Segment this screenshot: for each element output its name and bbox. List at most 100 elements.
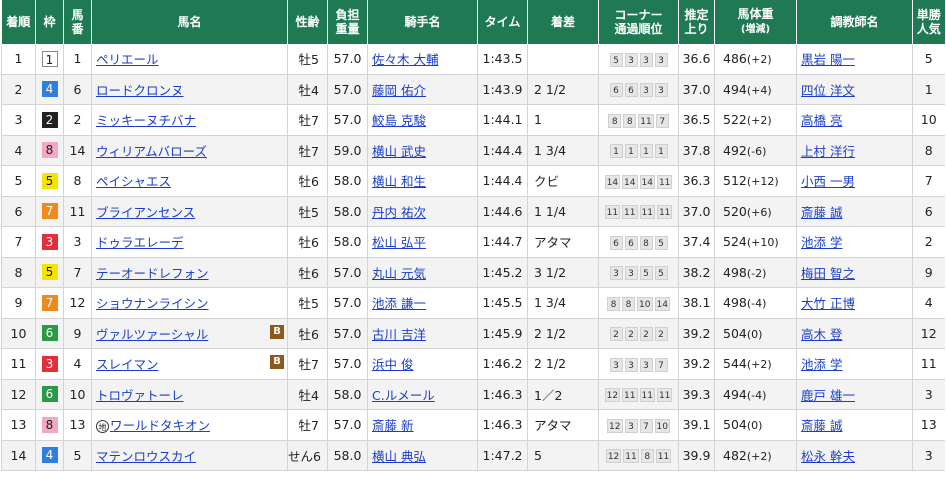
col-horse[interactable]: 馬名 [91, 0, 288, 44]
jockey-cell: 斎藤 新 [367, 409, 478, 441]
jockey-link[interactable]: 横山 典弘 [372, 449, 426, 464]
margin-cell: 2 1/2 [527, 74, 599, 105]
horse-name-link[interactable]: ロードクロンヌ [96, 83, 184, 98]
jockey-link[interactable]: 丹内 祐次 [372, 205, 426, 220]
col-burden[interactable]: 負担 重量 [327, 0, 368, 44]
horse-name-link[interactable]: ショウナンライシン [96, 296, 209, 311]
jockey-cell: 横山 和生 [367, 165, 478, 197]
burden-cell: 59.0 [327, 135, 368, 166]
corner-positions: 3355 [609, 266, 668, 281]
jockey-link[interactable]: 横山 和生 [372, 174, 426, 189]
jockey-link[interactable]: 古川 吉洋 [372, 327, 426, 342]
horse-name-link[interactable]: ワールドタキオン [110, 418, 210, 433]
burden-cell: 57.0 [327, 409, 368, 441]
jockey-link[interactable]: 藤岡 佑介 [372, 83, 426, 98]
burden-cell: 58.0 [327, 196, 368, 227]
time-cell: 1:44.4 [477, 165, 528, 197]
sexage-cell: 牡4 [287, 74, 328, 105]
umaban-cell: 2 [63, 104, 92, 136]
corner-position: 12 [605, 449, 622, 464]
corner-position: 3 [639, 52, 653, 67]
col-weight[interactable]: 馬体重 (増減) [714, 0, 797, 44]
horse-name-link[interactable]: スレイマン [96, 357, 159, 372]
weight-value: 482 [723, 447, 747, 463]
jockey-link[interactable]: 池添 謙一 [372, 296, 426, 311]
corner-position: 11 [623, 449, 639, 464]
horse-name-link[interactable]: ペイシャエス [96, 174, 171, 189]
corner-cell: 11 11 11 11 [598, 196, 679, 227]
popularity-cell: 8 [912, 135, 945, 166]
horse-name-link[interactable]: テーオードレフォン [96, 266, 209, 281]
corner-cell: 6633 [598, 74, 679, 105]
popularity-cell: 2 [912, 226, 945, 258]
jockey-link[interactable]: 鮫島 克駿 [372, 113, 426, 128]
horse-cell: ロードクロンヌ [91, 74, 288, 105]
horse-cell: スレイマン B [91, 348, 288, 380]
last3f-cell: 37.0 [678, 196, 715, 227]
jockey-link[interactable]: 斎藤 新 [372, 418, 413, 433]
sexage-cell: 牡7 [287, 104, 328, 136]
corner-position: 6 [609, 83, 623, 98]
horse-name-link[interactable]: ヴァルツァーシャル [96, 327, 208, 342]
corner-position: 3 [624, 266, 638, 281]
trainer-link[interactable]: 四位 洋文 [801, 83, 855, 98]
waku-badge: 5 [41, 172, 58, 189]
weight-diff: (-4) [746, 297, 767, 311]
trainer-link[interactable]: 斎藤 誠 [801, 205, 842, 220]
jockey-link[interactable]: 横山 武史 [372, 144, 426, 159]
col-time[interactable]: タイム [477, 0, 528, 44]
trainer-link[interactable]: 梅田 智之 [801, 266, 855, 281]
trainer-link[interactable]: 鹿戸 雄一 [801, 388, 855, 403]
col-trainer[interactable]: 調教師名 [796, 0, 913, 44]
corner-position: 3 [609, 266, 623, 281]
col-umaban[interactable]: 馬番 [63, 0, 92, 44]
trainer-link[interactable]: 上村 洋行 [801, 144, 855, 159]
col-waku[interactable]: 枠 [35, 0, 64, 44]
trainer-link[interactable]: 黒岩 陽一 [801, 52, 855, 67]
corner-position: 11 [604, 205, 621, 220]
col-jockey[interactable]: 騎手名 [367, 0, 478, 44]
weight-cell: 486(+2) [714, 44, 797, 75]
corner-cell: 2222 [598, 318, 679, 349]
col-sexage[interactable]: 性齢 [287, 0, 328, 44]
corner-positions: 14 14 14 11 [604, 174, 673, 189]
time-cell: 1:43.9 [477, 74, 528, 105]
horse-name-link[interactable]: ドゥラエレーデ [96, 235, 184, 250]
horse-name-link[interactable]: ウィリアムバローズ [96, 144, 207, 159]
trainer-link[interactable]: 斎藤 誠 [801, 418, 842, 433]
trainer-link[interactable]: 松永 幹夫 [801, 449, 855, 464]
last3f-cell: 39.2 [678, 318, 715, 349]
trainer-link[interactable]: 小西 一男 [801, 174, 855, 189]
corner-position: 3 [609, 357, 623, 372]
horse-name-link[interactable]: ペリエール [96, 52, 159, 67]
trainer-link[interactable]: 大竹 正博 [801, 296, 855, 311]
trainer-link[interactable]: 高木 登 [801, 327, 842, 342]
col-corner[interactable]: コーナー 通過順位 [598, 0, 679, 44]
horse-name-link[interactable]: マテンロウスカイ [96, 449, 196, 464]
horse-name-link[interactable]: ブライアンセンス [96, 205, 195, 220]
corner-position: 1 [609, 144, 623, 159]
horse-name-link[interactable]: ミッキーヌチバナ [96, 113, 196, 128]
corner-position: 7 [654, 357, 668, 372]
col-rank[interactable]: 着順 [1, 0, 36, 44]
jockey-link[interactable]: 佐々木 大輔 [372, 52, 438, 67]
corner-position: 1 [654, 144, 668, 159]
jockey-link[interactable]: C.ルメール [372, 388, 435, 403]
last3f-cell: 38.1 [678, 287, 715, 319]
col-last3f[interactable]: 推定 上り [678, 0, 715, 44]
weight-cell: 482(+2) [714, 440, 797, 471]
jockey-link[interactable]: 浜中 俊 [372, 357, 413, 372]
trainer-link[interactable]: 池添 学 [801, 235, 842, 250]
col-margin[interactable]: 着差 [527, 0, 599, 44]
trainer-link[interactable]: 池添 学 [801, 357, 842, 372]
burden-cell: 57.0 [327, 104, 368, 136]
jockey-link[interactable]: 松山 弘平 [372, 235, 426, 250]
horse-name-link[interactable]: トロヴァトーレ [96, 388, 184, 403]
weight-value: 520 [723, 203, 747, 219]
jockey-link[interactable]: 丸山 元気 [372, 266, 426, 281]
corner-positions: 8 8 11 7 [608, 113, 669, 128]
trainer-link[interactable]: 高橋 亮 [801, 113, 842, 128]
col-pop[interactable]: 単勝 人気 [912, 0, 945, 44]
rank-cell: 1 [1, 44, 36, 75]
margin-cell: 1 [527, 104, 599, 136]
